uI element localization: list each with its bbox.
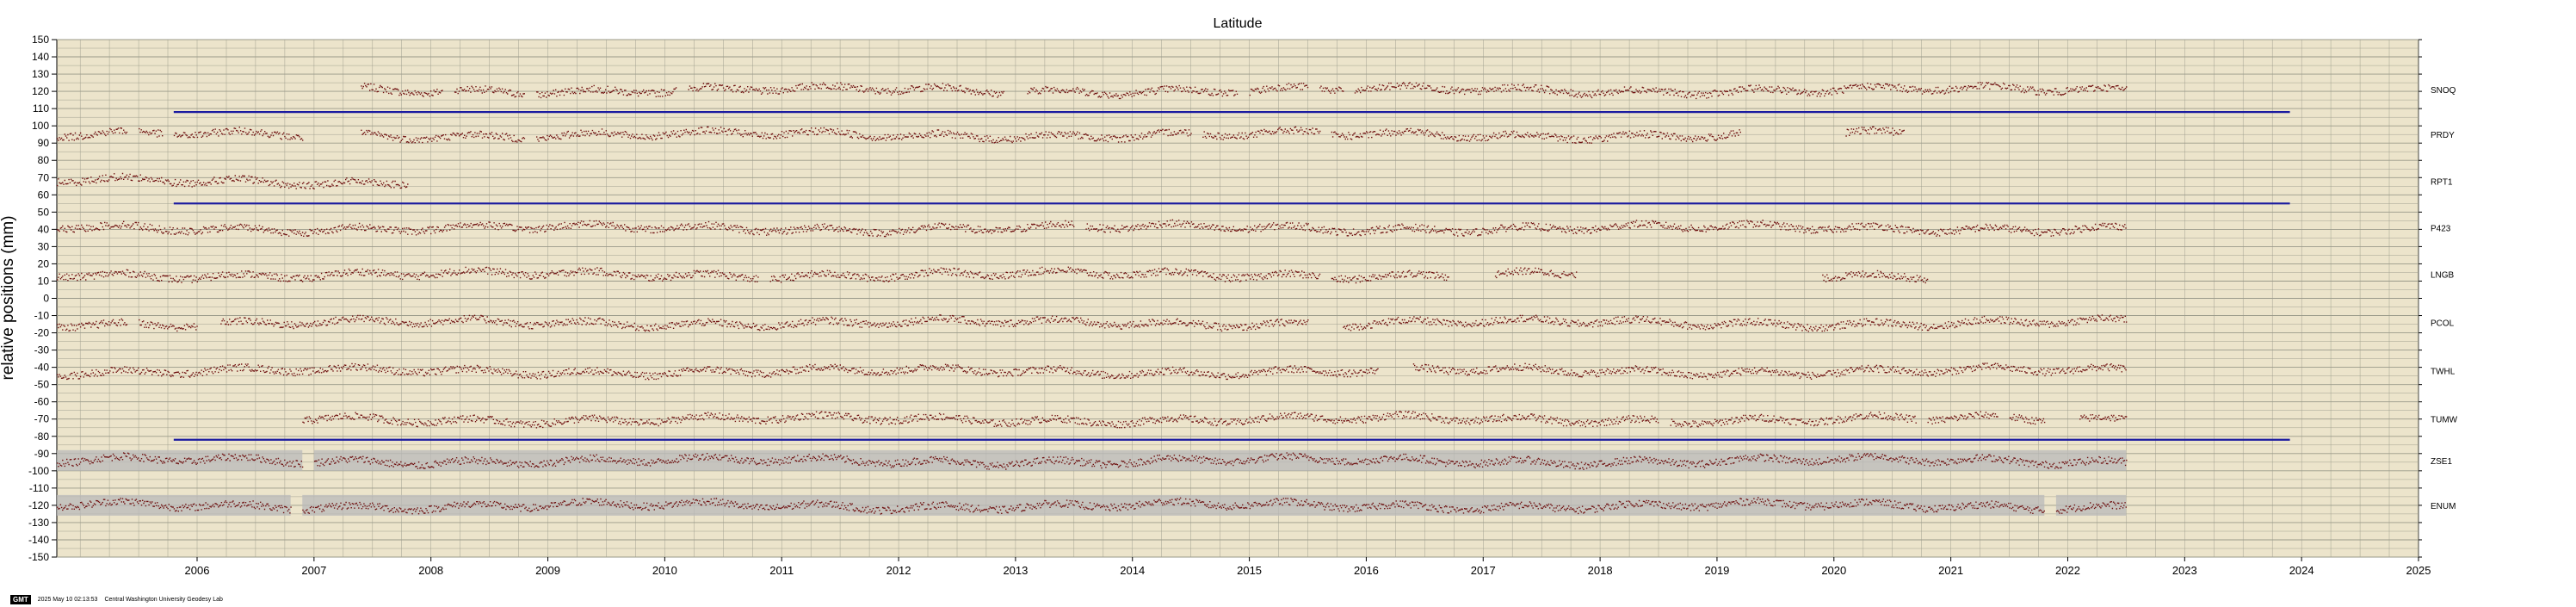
- y-tick-label: -40: [34, 362, 50, 374]
- x-tick-label: 2017: [1471, 564, 1496, 577]
- y-tick-label: 110: [33, 102, 49, 115]
- station-label: SNOQ: [2431, 86, 2456, 96]
- y-axis-label: relative positions (mm): [0, 215, 17, 380]
- y-tick-label: 30: [38, 240, 50, 252]
- y-tick-label: -150: [28, 551, 49, 563]
- station-label: PCOL: [2431, 319, 2455, 329]
- x-tick-label: 2010: [652, 564, 677, 577]
- x-tick-label: 2024: [2289, 564, 2314, 577]
- station-label: ZSE1: [2431, 457, 2452, 467]
- x-tick-label: 2009: [535, 564, 560, 577]
- chart-title: Latitude: [1214, 16, 1263, 31]
- footer: GMT 2025 May 10 02:13:53 Central Washing…: [10, 594, 223, 604]
- y-tick-label: 0: [43, 293, 49, 305]
- y-tick-label: -60: [34, 396, 50, 408]
- y-tick-label: -110: [29, 482, 49, 494]
- y-tick-label: -80: [34, 430, 50, 443]
- y-tick-label: -50: [34, 379, 50, 391]
- y-tick-label: 140: [32, 51, 49, 63]
- y-tick-label: -140: [28, 534, 49, 546]
- x-tick-label: 2012: [886, 564, 911, 577]
- station-label: TWHL: [2431, 368, 2456, 377]
- error-band: [57, 494, 291, 516]
- y-tick-label: -90: [34, 448, 50, 460]
- x-tick-label: 2021: [1938, 564, 1963, 577]
- x-tick-label: 2014: [1120, 564, 1145, 577]
- error-band: [302, 494, 2045, 516]
- station-label: PRDY: [2431, 131, 2455, 140]
- y-tick-label: 100: [32, 120, 49, 132]
- y-tick-label: -130: [28, 517, 49, 529]
- y-tick-label: -120: [28, 499, 49, 511]
- y-tick-label: 10: [38, 275, 50, 287]
- y-tick-label: -100: [28, 465, 49, 477]
- x-tick-label: 2022: [2055, 564, 2080, 577]
- y-tick-label: 50: [38, 206, 50, 218]
- x-tick-label: 2018: [1588, 564, 1613, 577]
- x-tick-label: 2016: [1354, 564, 1379, 577]
- station-label: P423: [2431, 224, 2451, 233]
- gmt-logo: GMT: [10, 594, 31, 604]
- y-tick-label: 90: [38, 137, 50, 149]
- x-tick-label: 2011: [769, 564, 794, 577]
- x-tick-label: 2015: [1237, 564, 1262, 577]
- x-tick-label: 2020: [1821, 564, 1846, 577]
- y-tick-label: 150: [32, 34, 49, 46]
- x-tick-label: 2023: [2172, 564, 2197, 577]
- station-label: TUMW: [2431, 416, 2458, 425]
- latitude-chart: 1501401301201101009080706050403020100-10…: [0, 16, 2458, 577]
- y-tick-label: 40: [38, 223, 50, 235]
- footer-timestamp: 2025 May 10 02:13:53: [37, 596, 98, 603]
- x-tick-label: 2008: [418, 564, 443, 577]
- station-label: RPT1: [2431, 177, 2453, 187]
- grid-layer: [57, 39, 2419, 558]
- y-tick-label: 80: [38, 154, 50, 166]
- y-tick-label: -20: [34, 327, 50, 339]
- y-tick-label: 70: [38, 171, 50, 183]
- x-tick-label: 2007: [301, 564, 326, 577]
- y-tick-label: -70: [34, 413, 50, 425]
- station-label-layer: SNOQ PRDY RPT1 P423 LNGB PCOL TWHL TUMW ZSE1 ENUM: [2431, 86, 2458, 511]
- x-tick-label: 2006: [185, 564, 210, 577]
- station-label: ENUM: [2431, 502, 2456, 511]
- y-tick-label: 60: [38, 189, 50, 201]
- y-tick-label: -30: [34, 344, 50, 356]
- x-tick-label: 2013: [1003, 564, 1028, 577]
- x-tick-label: 2025: [2406, 564, 2431, 577]
- station-label: LNGB: [2431, 270, 2455, 280]
- y-tick-label: 20: [38, 257, 50, 269]
- footer-credit: Central Washington University Geodesy La…: [104, 596, 223, 603]
- y-tick-label: -10: [34, 310, 50, 322]
- y-tick-label: 130: [32, 68, 49, 80]
- y-tick-label: 120: [32, 85, 49, 97]
- x-tick-label: 2019: [1704, 564, 1729, 577]
